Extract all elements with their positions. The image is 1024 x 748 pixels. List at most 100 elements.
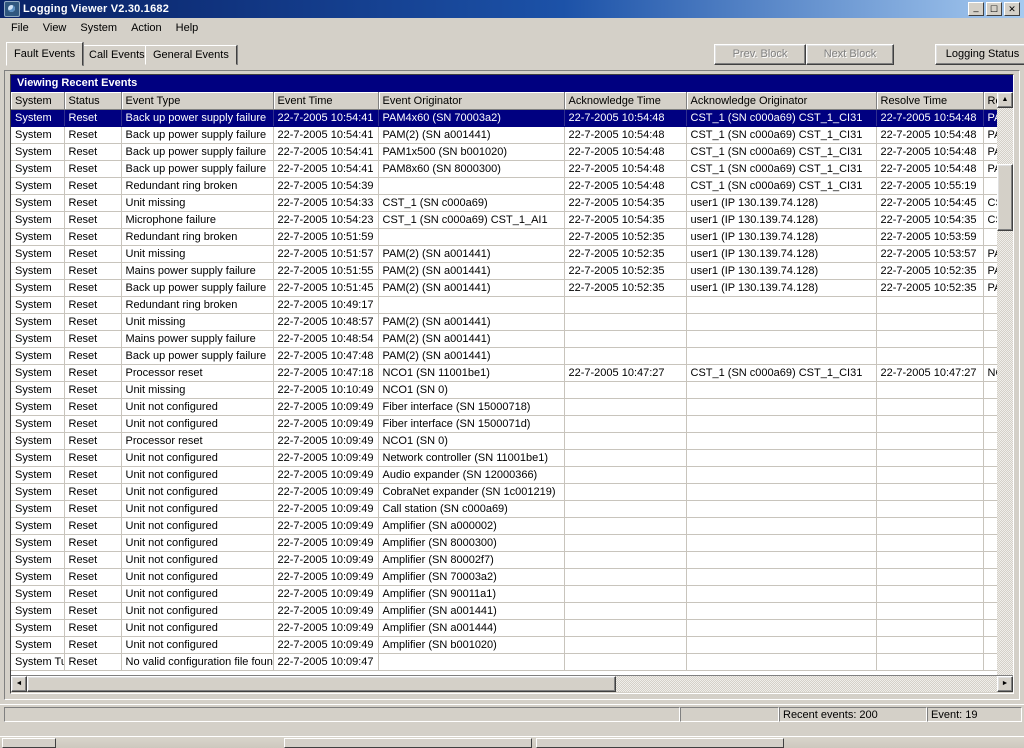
taskbar-start-button[interactable] [2,737,56,748]
table-cell [876,330,984,348]
table-row[interactable]: System Reset Back up power supply failure 2… [11,160,1013,178]
table-cell [876,568,984,586]
table-row[interactable]: System Reset Redundant ring broken 22-7-200… [11,228,1013,246]
logging-status-button[interactable]: Logging Status [935,44,1024,65]
column-header-acknowledge-originator[interactable]: Acknowledge Originator [686,92,877,110]
table-row[interactable]: System Reset Mains power supply failure 22-… [11,262,1013,280]
column-header-event-time[interactable]: Event Time [273,92,379,110]
prev-block-button[interactable]: Prev. Block [714,44,806,65]
table-row[interactable]: System TuVResetNo valid configuration fi… [11,653,1013,671]
table-row[interactable]: System Reset Redundant ring broken 22-7-200… [11,296,1013,314]
table-cell [378,653,565,671]
vertical-scrollbar[interactable]: ▲ [997,92,1013,675]
horizontal-scrollbar-thumb[interactable] [27,676,616,692]
table-cell: System [11,262,65,280]
menu-item-help[interactable]: Help [169,20,206,36]
table-row[interactable]: System Reset Unit missing 22-7-2005 10:54:3… [11,194,1013,212]
table-cell: Amplifier (SN 90011a1) [378,585,565,603]
table-cell: Amplifier (SN b001020) [378,636,565,654]
menu-item-view[interactable]: View [36,20,74,36]
table-cell [686,551,877,569]
table-cell: CST_1 (SN c000a69) CST_1_CI31 [686,109,877,127]
table-cell: Reset [64,619,122,637]
table-cell [564,398,687,416]
table-cell: 22-7-2005 10:54:39 [273,177,379,195]
table-row[interactable]: System Reset Unit not configured 22-7-2005 … [11,534,1013,552]
table-cell: 22-7-2005 10:52:35 [564,262,687,280]
table-row[interactable]: System Reset Mains power supply failure 22-… [11,330,1013,348]
tab-call-events[interactable]: Call Events [81,45,153,65]
table-cell [564,653,687,671]
table-row[interactable]: System Reset Unit not configured 22-7-2005 … [11,415,1013,433]
status-secondary [680,707,779,722]
table-row[interactable]: System Reset Unit not configured 22-7-2005 … [11,466,1013,484]
table-cell: Reset [64,262,122,280]
table-cell: System [11,500,65,518]
table-cell: 22-7-2005 10:54:35 [564,211,687,229]
table-row[interactable]: System Reset Back up power supply failure 2… [11,279,1013,297]
table-cell [876,636,984,654]
column-header-event-type[interactable]: Event Type [121,92,274,110]
horizontal-scrollbar[interactable]: ◄ ► [11,675,1013,693]
table-row[interactable]: System Reset Back up power supply failure 2… [11,347,1013,365]
table-row[interactable]: System Reset Unit not configured 22-7-2005 … [11,500,1013,518]
column-header-event-originator[interactable]: Event Originator [378,92,565,110]
table-row[interactable]: System Reset Back up power supply failure 2… [11,126,1013,144]
taskbar-window-button-1[interactable] [284,737,532,748]
next-block-button[interactable]: Next Block [806,44,894,65]
table-cell [686,449,877,467]
table-cell: Reset [64,568,122,586]
table-cell: 22-7-2005 10:53:59 [876,228,984,246]
table-cell: 22-7-2005 10:54:41 [273,109,379,127]
table-cell: Reset [64,534,122,552]
column-header-resolve-time[interactable]: Resolve Time [876,92,984,110]
table-cell: 22-7-2005 10:52:35 [564,245,687,263]
tab-general-events[interactable]: General Events [145,45,237,65]
table-row[interactable]: System Reset Processor reset 22-7-2005 10:0… [11,432,1013,450]
taskbar-window-button-2[interactable] [536,737,784,748]
table-row[interactable]: System Reset Unit missing 22-7-2005 10:51:5… [11,245,1013,263]
table-row[interactable]: System Reset Unit not configured 22-7-2005 … [11,585,1013,603]
menu-item-system[interactable]: System [73,20,124,36]
table-row[interactable]: System Reset Unit missing 22-7-2005 10:48:5… [11,313,1013,331]
table-cell [686,653,877,671]
table-row[interactable]: System Reset Back up power supply failure 2… [11,109,1013,127]
scroll-right-arrow-icon[interactable]: ► [997,676,1013,692]
table-cell: 22-7-2005 10:54:48 [564,177,687,195]
table-row[interactable]: System Reset Unit not configured 22-7-2005 … [11,619,1013,637]
table-row[interactable]: System Reset Unit not configured 22-7-2005 … [11,517,1013,535]
table-row[interactable]: System Reset Unit not configured 22-7-2005 … [11,602,1013,620]
table-cell: 22-7-2005 10:54:48 [564,143,687,161]
table-cell: 22-7-2005 10:52:35 [564,228,687,246]
table-row[interactable]: System Reset Unit not configured 22-7-2005 … [11,483,1013,501]
table-row[interactable]: System Reset Processor reset 22-7-2005 10:4… [11,364,1013,382]
table-row[interactable]: System Reset Unit missing 22-7-2005 10:10:4… [11,381,1013,399]
scroll-left-arrow-icon[interactable]: ◄ [11,676,27,692]
table-cell: user1 (IP 130.139.74.128) [686,262,877,280]
table-cell: Unit not configured [121,534,274,552]
minimize-button[interactable]: _ [968,2,984,16]
scroll-up-arrow-icon[interactable]: ▲ [997,92,1013,108]
column-header-status[interactable]: Status [64,92,122,110]
table-row[interactable]: System Reset Unit not configured 22-7-2005 … [11,636,1013,654]
table-row[interactable]: System Reset Unit not configured 22-7-2005 … [11,398,1013,416]
taskbar [0,736,1024,748]
table-row[interactable]: System Reset Unit not configured 22-7-2005 … [11,449,1013,467]
vertical-scrollbar-thumb[interactable] [997,164,1013,231]
table-cell: CST_1 (SN c000a69) CST_1_CI31 [686,126,877,144]
table-row[interactable]: System Reset Back up power supply failure 2… [11,143,1013,161]
maximize-button[interactable]: ☐ [986,2,1002,16]
taskbar-quicklaunch[interactable] [60,738,280,748]
table-row[interactable]: System Reset Unit not configured 22-7-2005 … [11,568,1013,586]
table-cell: 22-7-2005 10:54:41 [273,160,379,178]
table-row[interactable]: System Reset Microphone failure 22-7-2005 1… [11,211,1013,229]
close-button[interactable]: ✕ [1004,2,1020,16]
table-row[interactable]: System Reset Redundant ring broken 22-7-200… [11,177,1013,195]
tab-fault-events[interactable]: Fault Events [6,42,84,66]
column-header-acknowledge-time[interactable]: Acknowledge Time [564,92,687,110]
table-cell [876,653,984,671]
menu-item-file[interactable]: File [4,20,36,36]
table-row[interactable]: System Reset Unit not configured 22-7-2005 … [11,551,1013,569]
menu-item-action[interactable]: Action [124,20,169,36]
column-header-system[interactable]: System [11,92,65,110]
